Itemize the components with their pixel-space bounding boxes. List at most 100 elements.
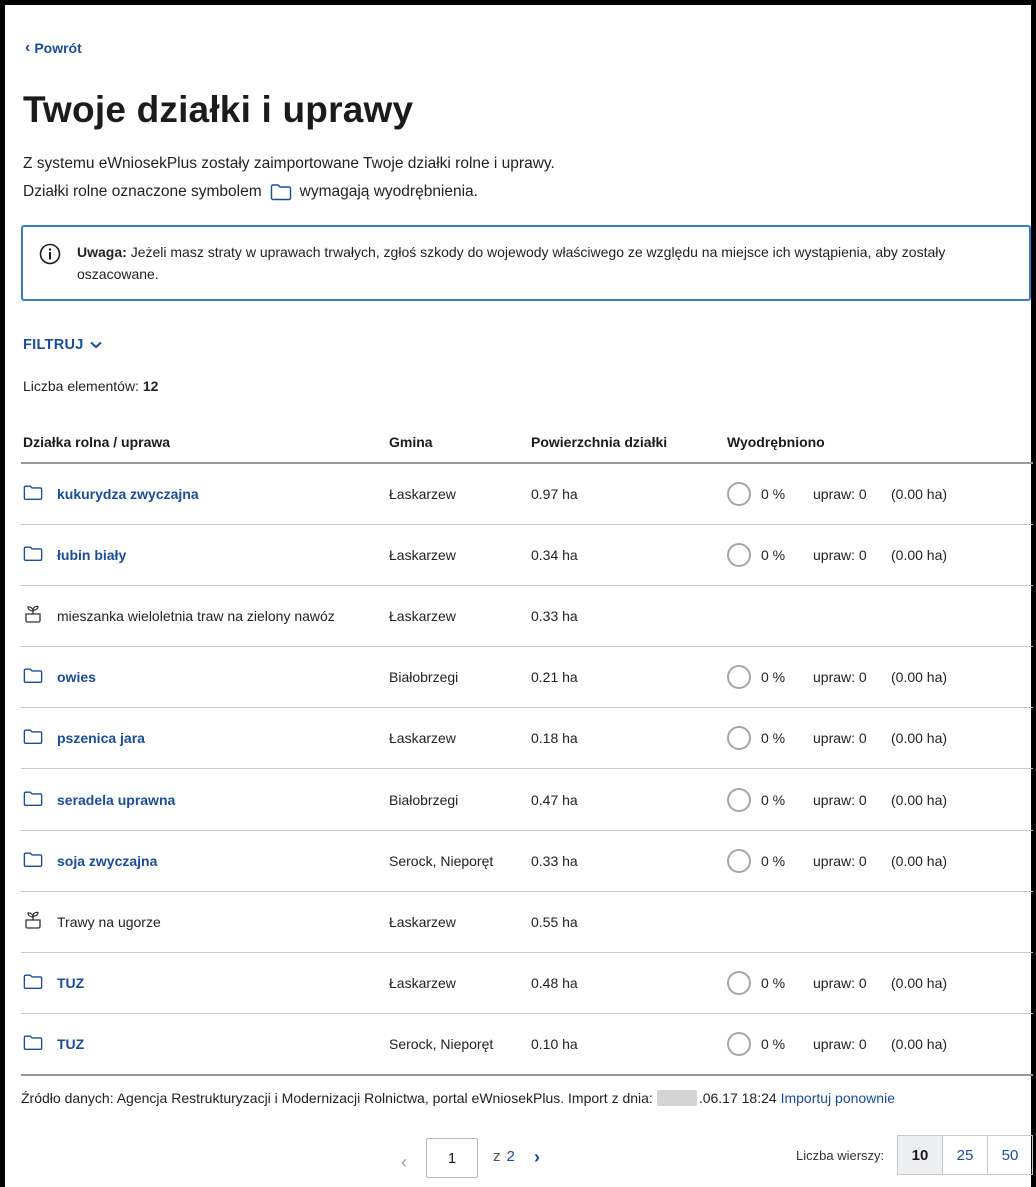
cell-area: 0.33 ha (529, 830, 725, 892)
rows-per-page-group: 10 25 50 (897, 1135, 1033, 1175)
rows-option-10[interactable]: 10 (897, 1135, 943, 1175)
prev-page-button[interactable]: ‹ (401, 1152, 407, 1173)
parcel-name: mieszanka wieloletnia traw na zielony na… (57, 607, 335, 624)
cell-area: 0.34 ha (529, 524, 725, 586)
cell-separated: 0 % upraw: 0 (0.00 ha) (725, 1013, 1033, 1076)
cell-parcel: Trawy na ugorze (21, 891, 387, 954)
cell-separated: 0 % upraw: 0 (0.00 ha) (725, 646, 1033, 709)
folder-icon (270, 184, 291, 201)
table-header-row: Działka rolna / uprawa Gmina Powierzchni… (21, 421, 1033, 464)
alert-text: Jeżeli masz straty w uprawach trwałych, … (77, 244, 946, 282)
separated-percent: 0 % (761, 669, 786, 686)
cell-parcel: pszenica jara (21, 707, 387, 770)
parcel-name[interactable]: pszenica jara (57, 730, 145, 746)
folder-icon (23, 484, 43, 504)
progress-ring-icon (727, 726, 751, 751)
next-page-button[interactable]: › (534, 1147, 540, 1168)
cell-gmina: Białobrzegi (387, 646, 529, 709)
cell-area: 0.48 ha (529, 952, 725, 1015)
progress-ring-icon (727, 1032, 751, 1057)
cell-parcel: TUZ (21, 952, 387, 1015)
cell-separated: 0 % upraw: 0 (0.00 ha) (725, 524, 1033, 586)
table-row: TUZ Serock, Nieporęt 0.10 ha 0 % upraw: 0 (0.… (21, 1013, 1033, 1076)
progress-ring-icon (727, 481, 751, 506)
intro-folder-note: Działki rolne oznaczone symbolem wymagaj… (23, 183, 478, 201)
cell-gmina: Łaskarzew (387, 891, 529, 954)
parcel-name[interactable]: seradela uprawna (57, 792, 175, 808)
crops-count: upraw: 0 (813, 1036, 867, 1053)
cell-separated: 0 % upraw: 0 (0.00 ha) (725, 463, 1033, 525)
cell-gmina: Łaskarzew (387, 952, 529, 1015)
cell-separated (725, 891, 1033, 954)
cell-parcel: kukurydza zwyczajna (21, 463, 387, 525)
separated-percent: 0 % (761, 730, 786, 747)
column-header-separated: Wyodrębniono (725, 421, 1033, 464)
rows-option-50[interactable]: 50 (987, 1135, 1033, 1175)
cell-parcel: mieszanka wieloletnia traw na zielony na… (21, 585, 387, 648)
rows-option-25[interactable]: 25 (942, 1135, 988, 1175)
table-row: kukurydza zwyczajna Łaskarzew 0.97 ha 0 % up… (21, 463, 1033, 525)
cell-separated: 0 % upraw: 0 (0.00 ha) (725, 768, 1033, 831)
parcel-name[interactable]: łubin biały (57, 547, 126, 563)
column-header-gmina: Gmina (387, 421, 529, 464)
progress-ring-icon (727, 848, 751, 873)
intro-text: Z systemu eWniosekPlus zostały zaimporto… (23, 155, 555, 172)
parcel-name[interactable]: owies (57, 669, 96, 685)
parcel-name[interactable]: kukurydza zwyczajna (57, 486, 199, 502)
cell-area: 0.33 ha (529, 585, 725, 648)
cell-area: 0.55 ha (529, 891, 725, 954)
separated-percent: 0 % (761, 485, 786, 502)
parcel-name: Trawy na ugorze (57, 913, 161, 930)
crops-count: upraw: 0 (813, 975, 867, 992)
data-source: Źródło danych: Agencja Restrukturyzacji … (21, 1090, 895, 1106)
cell-separated (725, 585, 1033, 648)
back-link-label: Powrót (34, 40, 82, 56)
last-page-link[interactable]: 2 (507, 1148, 515, 1165)
reimport-link[interactable]: Importuj ponownie (781, 1090, 895, 1106)
chevron-down-icon (89, 341, 102, 349)
rows-per-page-label: Liczba wierszy: (796, 1148, 885, 1163)
separated-percent: 0 % (761, 852, 786, 869)
progress-ring-icon (727, 971, 751, 996)
crops-area: (0.00 ha) (891, 852, 948, 869)
crops-count: upraw: 0 (813, 852, 867, 869)
table-row: TUZ Łaskarzew 0.48 ha 0 % upraw: 0 (0.00 ha) (21, 952, 1033, 1015)
folder-icon (23, 545, 43, 565)
filter-toggle[interactable]: FILTRUJ (23, 337, 102, 353)
cell-area: 0.10 ha (529, 1013, 725, 1076)
items-count-value: 12 (142, 378, 159, 394)
progress-ring-icon (727, 542, 751, 567)
table-row: owies Białobrzegi 0.21 ha 0 % upraw: 0 (0.00 … (21, 646, 1033, 709)
cell-gmina: Serock, Nieporęt (387, 1013, 529, 1076)
items-count: Liczba elementów: 12 (23, 378, 159, 394)
cell-parcel: TUZ (21, 1013, 387, 1076)
crops-count: upraw: 0 (813, 791, 867, 808)
crops-count: upraw: 0 (813, 730, 867, 747)
table-row: pszenica jara Łaskarzew 0.18 ha 0 % upraw: 0… (21, 707, 1033, 770)
column-header-parcel: Działka rolna / uprawa (21, 421, 387, 464)
cell-gmina: Białobrzegi (387, 768, 529, 831)
crops-area: (0.00 ha) (891, 669, 948, 686)
crops-area: (0.00 ha) (891, 791, 948, 808)
cell-area: 0.47 ha (529, 768, 725, 831)
pagination: ‹ 1 z 2 › Liczba wierszy: 10 25 50 (21, 1130, 1033, 1187)
chevron-left-icon: ‹ (25, 39, 31, 56)
cell-area: 0.18 ha (529, 707, 725, 770)
page-input[interactable]: 1 (426, 1138, 478, 1178)
back-link[interactable]: ‹ Powrót (25, 39, 82, 57)
cell-gmina: Łaskarzew (387, 524, 529, 586)
redacted-date (656, 1090, 697, 1106)
cell-parcel: łubin biały (21, 524, 387, 586)
parcel-name[interactable]: TUZ (57, 975, 84, 991)
folder-icon (23, 973, 43, 993)
parcel-name[interactable]: soja zwyczajna (57, 853, 157, 869)
separated-percent: 0 % (761, 975, 786, 992)
alert-box: Uwaga: Jeżeli masz straty w uprawach trw… (21, 225, 1031, 301)
table-row: mieszanka wieloletnia traw na zielony na… (21, 585, 1033, 648)
cell-separated: 0 % upraw: 0 (0.00 ha) (725, 952, 1033, 1015)
parcel-name[interactable]: TUZ (57, 1036, 84, 1052)
table-row: soja zwyczajna Serock, Nieporęt 0.33 ha 0 %… (21, 830, 1033, 892)
plant-icon (23, 605, 43, 626)
progress-ring-icon (727, 665, 751, 690)
cell-area: 0.21 ha (529, 646, 725, 709)
